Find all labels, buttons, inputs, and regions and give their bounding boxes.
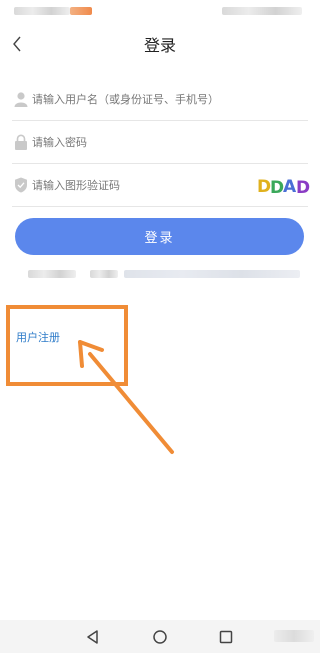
password-row xyxy=(12,121,308,164)
blurred-text-segment xyxy=(124,270,300,278)
captcha-char-2: D xyxy=(270,178,284,198)
lock-icon xyxy=(15,134,27,150)
captcha-image[interactable]: D D A D xyxy=(256,172,312,198)
blurred-status-right xyxy=(222,7,302,15)
login-form: D D A D xyxy=(12,78,310,207)
captcha-row: D D A D xyxy=(12,164,310,207)
password-input[interactable] xyxy=(32,129,262,155)
user-icon xyxy=(14,92,28,107)
username-input[interactable] xyxy=(32,86,262,112)
captcha-char-1: D xyxy=(257,177,271,197)
page-title: 登录 xyxy=(143,36,176,55)
nav-bar: 登录 xyxy=(0,26,320,62)
blurred-text-segment xyxy=(90,270,118,278)
blurred-status-accent xyxy=(70,7,92,15)
triangle-back-icon[interactable] xyxy=(85,629,101,645)
system-navigation-bar xyxy=(0,620,320,653)
username-row xyxy=(12,78,308,121)
shield-icon xyxy=(15,177,27,193)
blurred-text-segment xyxy=(28,270,76,278)
circle-home-icon[interactable] xyxy=(152,629,168,645)
captcha-input[interactable] xyxy=(32,172,262,198)
status-bar xyxy=(0,0,320,22)
annotation-highlight-box xyxy=(6,305,128,386)
blurred-status-left xyxy=(14,7,70,15)
square-recent-icon[interactable] xyxy=(218,629,234,645)
blurred-watermark xyxy=(274,630,314,642)
captcha-char-4: D xyxy=(296,178,310,198)
captcha-char-3: A xyxy=(283,177,297,197)
blurred-agreement-text xyxy=(28,266,300,282)
login-button[interactable]: 登录 xyxy=(15,218,304,255)
